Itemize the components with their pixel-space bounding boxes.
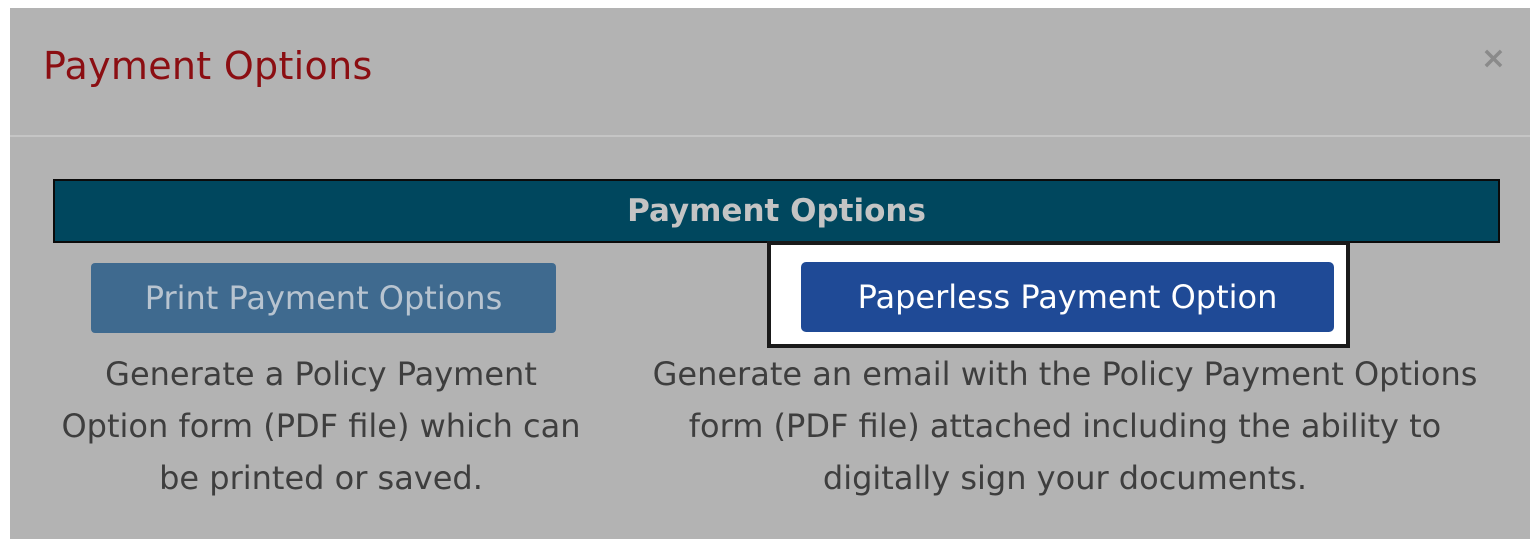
print-option-description: Generate a Policy Payment Option form (P… xyxy=(61,355,581,497)
print-payment-options-button[interactable]: Print Payment Options xyxy=(91,263,556,333)
close-icon[interactable]: × xyxy=(1481,44,1506,74)
paperless-option-description: Generate an email with the Policy Paymen… xyxy=(652,355,1478,497)
payment-options-modal: Payment Options × Payment Options Print … xyxy=(10,8,1530,539)
paperless-payment-option-button[interactable]: Paperless Payment Option xyxy=(801,262,1334,332)
section-header-label: Payment Options xyxy=(627,193,926,229)
section-header-bar: Payment Options xyxy=(53,179,1500,243)
modal-title: Payment Options xyxy=(43,44,373,88)
modal-header: Payment Options × xyxy=(10,8,1530,137)
